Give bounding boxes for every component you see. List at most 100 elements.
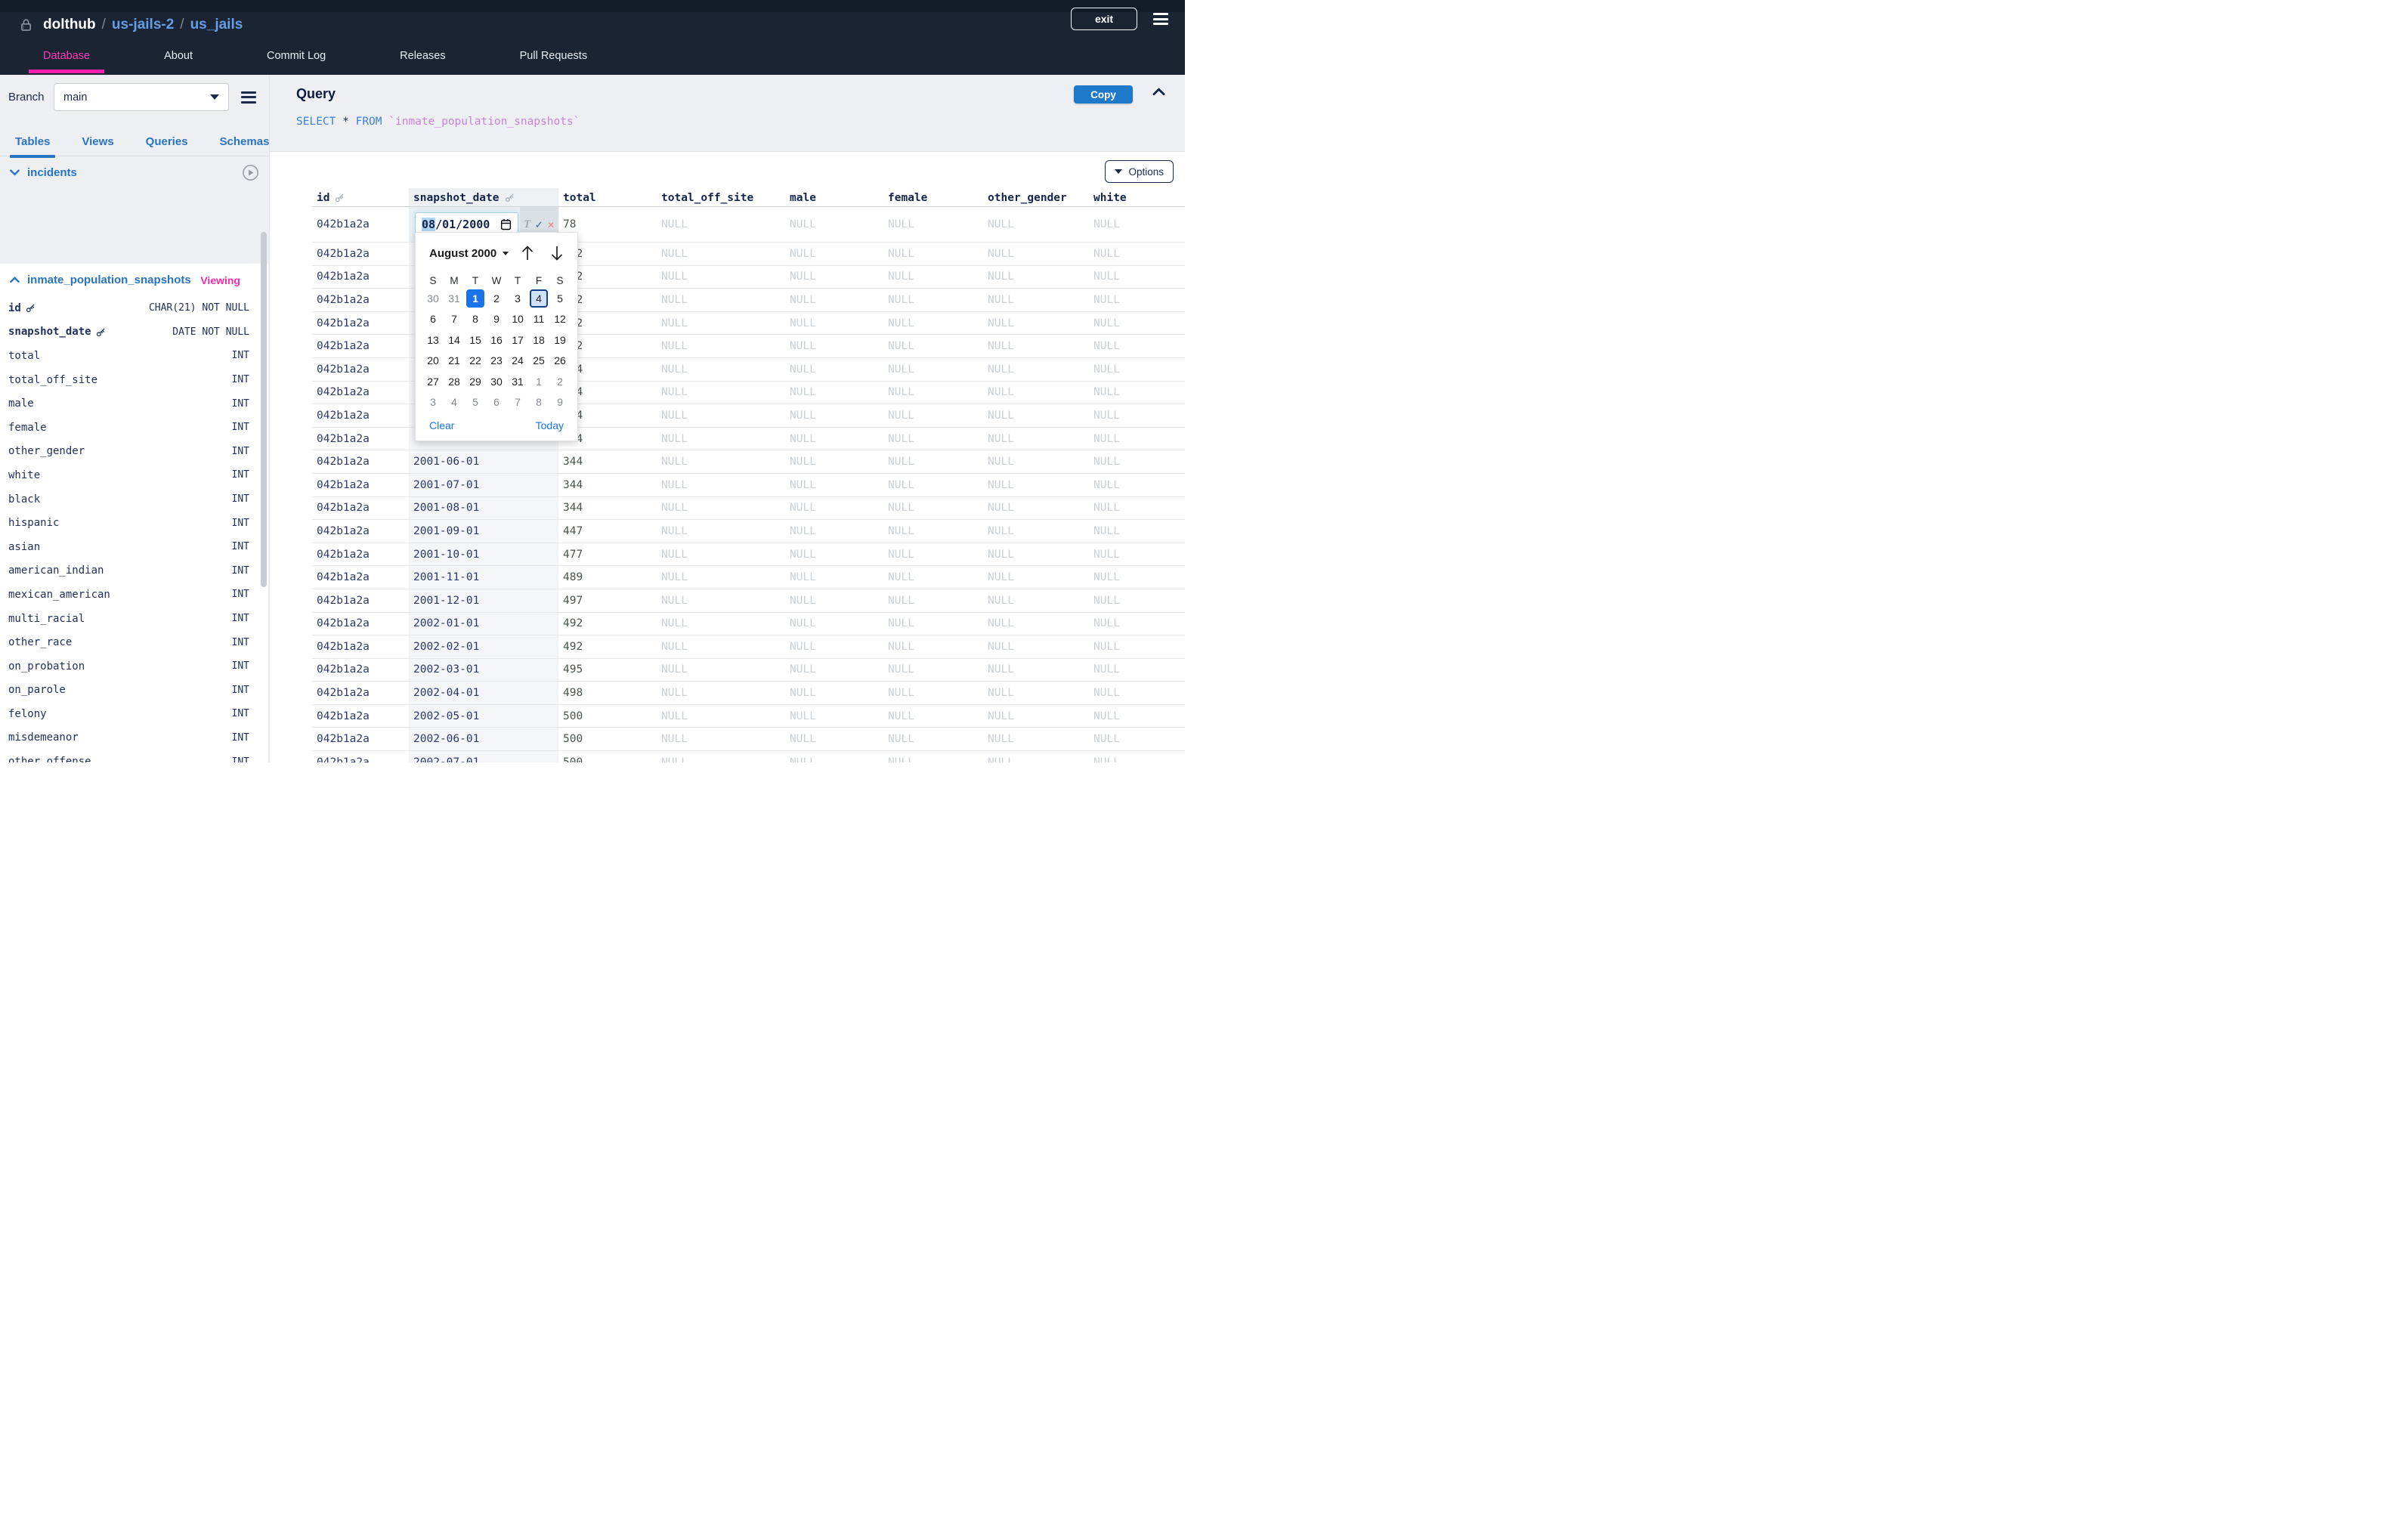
cell-female[interactable]: NULL xyxy=(883,294,983,306)
cell-other-gender[interactable]: NULL xyxy=(983,317,1089,329)
cell-female[interactable]: NULL xyxy=(883,386,983,398)
cell-female[interactable]: NULL xyxy=(883,456,983,468)
cell-other-gender[interactable]: NULL xyxy=(983,663,1089,676)
calendar-day[interactable]: 29 xyxy=(466,373,484,391)
cell-total-off-site[interactable]: NULL xyxy=(657,641,785,653)
cell-white[interactable]: NULL xyxy=(1089,386,1185,398)
nav-tab-about[interactable]: About xyxy=(150,36,207,75)
cell-male[interactable]: NULL xyxy=(785,710,883,722)
cell-snapshot-date[interactable]: 2002-04-01 xyxy=(409,682,558,704)
calendar-day[interactable]: 10 xyxy=(509,310,527,328)
cell-total-off-site[interactable]: NULL xyxy=(657,317,785,329)
cell-total-off-site[interactable]: NULL xyxy=(657,687,785,699)
cell-total-off-site[interactable]: NULL xyxy=(657,502,785,514)
cell-total[interactable]: 344 xyxy=(558,456,657,468)
sidebar-table-incidents[interactable]: incidents xyxy=(0,156,269,189)
cell-total-off-site[interactable]: NULL xyxy=(657,710,785,722)
calendar-day[interactable]: 5 xyxy=(466,393,484,411)
cell-total[interactable]: 500 xyxy=(558,756,657,762)
cell-snapshot-date[interactable]: 2002-01-01 xyxy=(409,613,558,635)
calendar-day[interactable]: 2 xyxy=(551,373,569,391)
cell-snapshot-date[interactable]: 2002-06-01 xyxy=(409,728,558,750)
cell-id[interactable]: 042b1a2a xyxy=(312,386,409,398)
cell-total-off-site[interactable]: NULL xyxy=(657,410,785,422)
cell-total-off-site[interactable]: NULL xyxy=(657,595,785,607)
calendar-day[interactable]: 6 xyxy=(487,393,506,411)
cell-total-off-site[interactable]: NULL xyxy=(657,386,785,398)
cell-snapshot-date[interactable]: 2002-05-01 xyxy=(409,705,558,728)
column-header-male[interactable]: male xyxy=(785,188,883,206)
cell-male[interactable]: NULL xyxy=(785,386,883,398)
column-header-snapshot_date[interactable]: snapshot_date xyxy=(409,188,558,206)
cell-id[interactable]: 042b1a2a xyxy=(312,248,409,260)
breadcrumb-db-link[interactable]: us_jails xyxy=(190,17,243,33)
cell-female[interactable]: NULL xyxy=(883,363,983,376)
sidebar-tab-tables[interactable]: Tables xyxy=(15,128,50,156)
column-header-white[interactable]: white xyxy=(1089,188,1185,206)
cell-other-gender[interactable]: NULL xyxy=(983,617,1089,629)
options-button[interactable]: Options xyxy=(1105,160,1174,183)
cell-white[interactable]: NULL xyxy=(1089,502,1185,514)
calendar-day[interactable]: 23 xyxy=(487,351,506,370)
breadcrumb-repo-link[interactable]: us-jails-2 xyxy=(112,17,174,33)
calendar-day[interactable]: 26 xyxy=(551,351,569,370)
cell-other-gender[interactable]: NULL xyxy=(983,502,1089,514)
sidebar-tab-queries[interactable]: Queries xyxy=(146,128,188,156)
cell-male[interactable]: NULL xyxy=(785,733,883,745)
cell-male[interactable]: NULL xyxy=(785,502,883,514)
calendar-day[interactable]: 2 xyxy=(487,289,506,308)
cell-male[interactable]: NULL xyxy=(785,549,883,561)
cell-white[interactable]: NULL xyxy=(1089,595,1185,607)
cell-female[interactable]: NULL xyxy=(883,595,983,607)
cell-other-gender[interactable]: NULL xyxy=(983,340,1089,352)
cell-female[interactable]: NULL xyxy=(883,710,983,722)
cell-total[interactable]: 489 xyxy=(558,571,657,583)
calendar-day-today[interactable]: 4 xyxy=(530,289,548,308)
cell-male[interactable]: NULL xyxy=(785,571,883,583)
cell-white[interactable]: NULL xyxy=(1089,248,1185,260)
cell-white[interactable]: NULL xyxy=(1089,479,1185,491)
calendar-day[interactable]: 14 xyxy=(445,331,463,349)
cell-other-gender[interactable]: NULL xyxy=(983,248,1089,260)
cell-male[interactable]: NULL xyxy=(785,317,883,329)
previous-month-arrow-icon[interactable] xyxy=(519,244,536,262)
cell-white[interactable]: NULL xyxy=(1089,433,1185,445)
cell-snapshot-date[interactable]: 2001-11-01 xyxy=(409,566,558,589)
cell-total-off-site[interactable]: NULL xyxy=(657,248,785,260)
cell-male[interactable]: NULL xyxy=(785,363,883,376)
column-header-total[interactable]: total xyxy=(558,188,657,206)
cell-female[interactable]: NULL xyxy=(883,479,983,491)
cell-other-gender[interactable]: NULL xyxy=(983,363,1089,376)
cell-other-gender[interactable]: NULL xyxy=(983,756,1089,762)
sidebar-table-inmate-population-snapshots[interactable]: inmate_population_snapshots Viewing xyxy=(0,264,268,296)
cell-male[interactable]: NULL xyxy=(785,218,883,230)
cell-total-off-site[interactable]: NULL xyxy=(657,294,785,306)
cell-id[interactable]: 042b1a2a xyxy=(312,710,409,722)
calendar-day[interactable]: 7 xyxy=(445,310,463,328)
calendar-day[interactable]: 12 xyxy=(551,310,569,328)
cell-id[interactable]: 042b1a2a xyxy=(312,218,409,230)
cell-white[interactable]: NULL xyxy=(1089,617,1185,629)
cell-id[interactable]: 042b1a2a xyxy=(312,595,409,607)
calendar-day[interactable]: 13 xyxy=(424,331,442,349)
calendar-day[interactable]: 9 xyxy=(487,310,506,328)
cell-female[interactable]: NULL xyxy=(883,756,983,762)
cell-id[interactable]: 042b1a2a xyxy=(312,340,409,352)
cell-white[interactable]: NULL xyxy=(1089,271,1185,283)
cell-id[interactable]: 042b1a2a xyxy=(312,571,409,583)
cell-id[interactable]: 042b1a2a xyxy=(312,479,409,491)
cell-snapshot-date[interactable]: 2002-02-01 xyxy=(409,635,558,658)
cell-female[interactable]: NULL xyxy=(883,733,983,745)
cell-other-gender[interactable]: NULL xyxy=(983,479,1089,491)
cell-other-gender[interactable]: NULL xyxy=(983,595,1089,607)
text-mode-toggle[interactable]: T xyxy=(524,218,530,231)
cell-id[interactable]: 042b1a2a xyxy=(312,410,409,422)
cell-other-gender[interactable]: NULL xyxy=(983,386,1089,398)
cell-snapshot-date[interactable]: 2001-08-01 xyxy=(409,497,558,520)
next-month-arrow-icon[interactable] xyxy=(549,244,565,262)
calendar-day[interactable]: 25 xyxy=(530,351,548,370)
cell-snapshot-date[interactable]: 2001-10-01 xyxy=(409,543,558,566)
exit-button[interactable]: exit xyxy=(1071,8,1137,30)
cell-total-off-site[interactable]: NULL xyxy=(657,733,785,745)
calendar-day-selected[interactable]: 1 xyxy=(466,289,484,308)
